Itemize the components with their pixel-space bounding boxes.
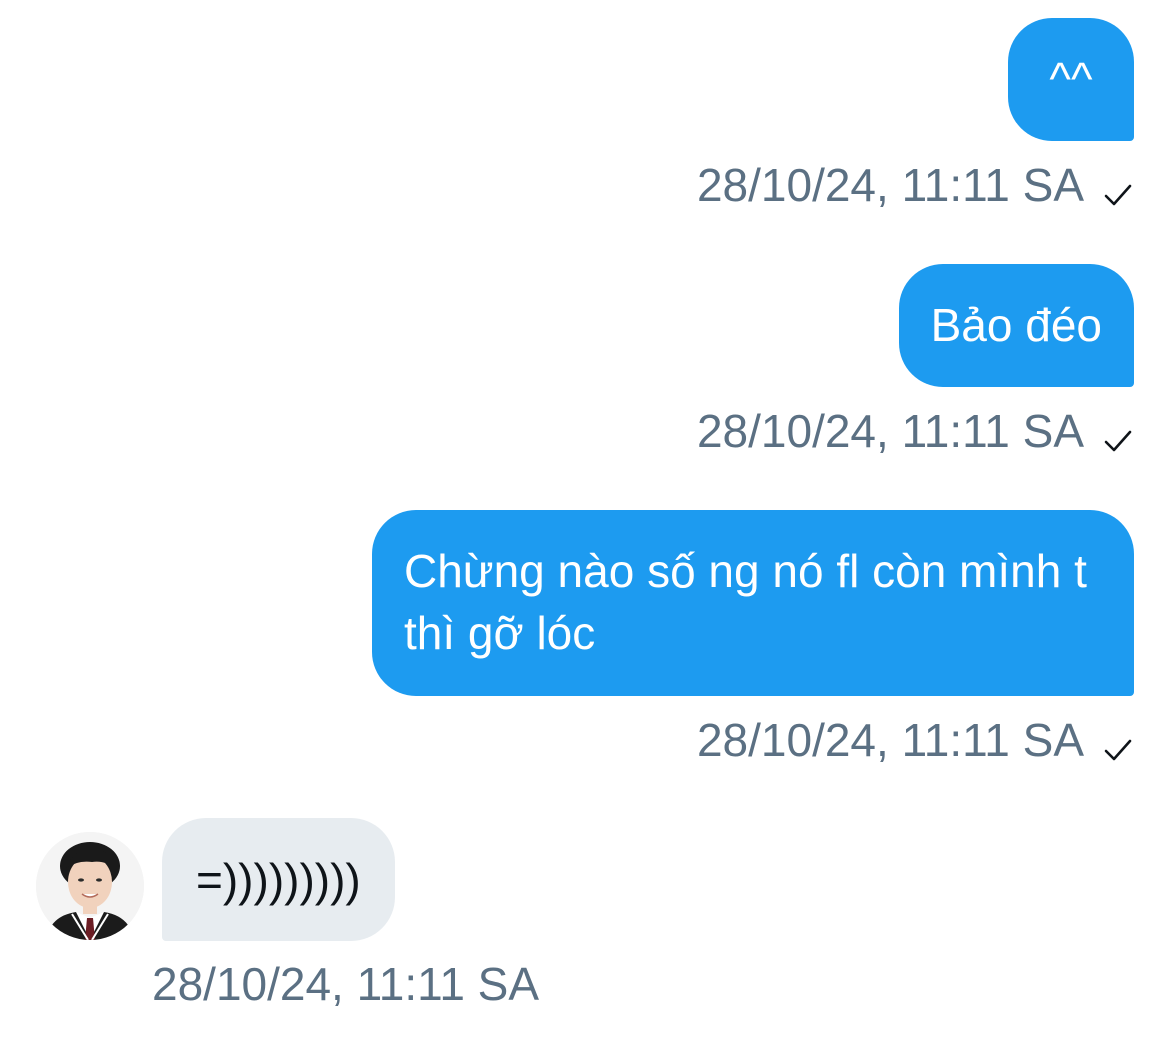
message-meta: 28/10/24, 11:11 SA	[697, 401, 1134, 461]
message-bubble[interactable]: Chừng nào số ng nó fl còn mình t thì gỡ …	[372, 510, 1134, 696]
checkmark-icon	[1102, 169, 1134, 206]
message-meta: 28/10/24, 11:11 SA	[697, 710, 1134, 770]
message-bubble[interactable]: ^^	[1008, 18, 1134, 141]
message-meta: 28/10/24, 11:11 SA	[697, 155, 1134, 215]
message-timestamp: 28/10/24, 11:11 SA	[696, 159, 1084, 211]
message-timestamp: 28/10/24, 11:11 SA	[696, 714, 1084, 766]
avatar-photo	[36, 832, 144, 940]
message-outgoing: Chừng nào số ng nó fl còn mình t thì gỡ …	[372, 510, 1134, 770]
avatar[interactable]	[36, 832, 144, 940]
conversation-thread: ^^ 28/10/24, 11:11 SA Bảo đéo 28/10/24, …	[0, 0, 1170, 1054]
checkmark-icon	[1102, 415, 1134, 452]
message-bubble[interactable]: Bảo đéo	[898, 264, 1134, 387]
message-outgoing: ^^ 28/10/24, 11:11 SA	[697, 18, 1134, 215]
message-timestamp: 28/10/24, 11:11 SA	[696, 405, 1084, 457]
checkmark-icon	[1102, 724, 1134, 761]
message-outgoing: Bảo đéo 28/10/24, 11:11 SA	[697, 264, 1134, 461]
message-timestamp: 28/10/24, 11:11 SA	[152, 958, 540, 1010]
message-bubble[interactable]: =)))))))))	[162, 818, 395, 941]
